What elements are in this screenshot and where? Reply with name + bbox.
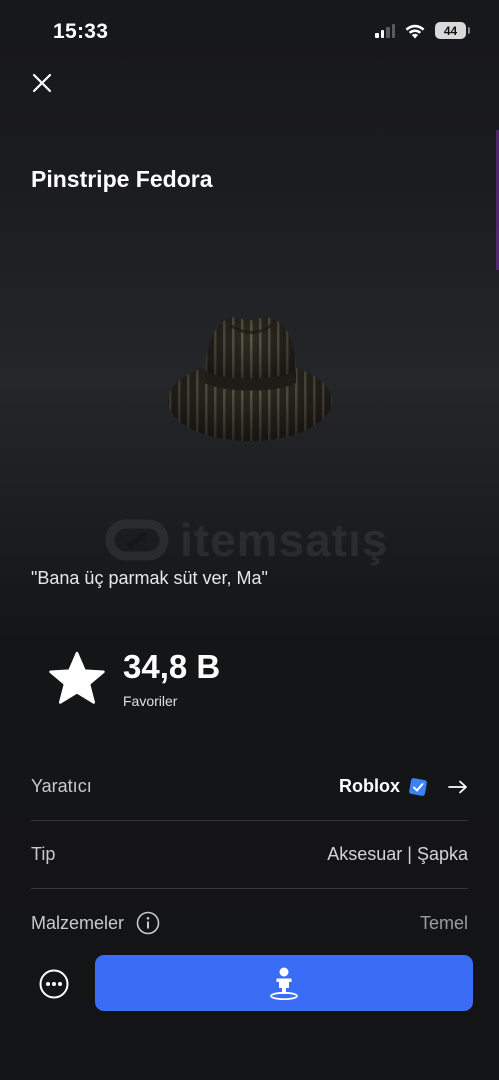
creator-row[interactable]: Yaratıcı Roblox (31, 753, 468, 821)
verified-badge-icon (409, 777, 427, 796)
materials-value: Temel (419, 912, 468, 933)
star-icon[interactable] (49, 651, 105, 705)
status-time: 15:33 (53, 20, 109, 43)
materials-label-group: Malzemeler (31, 911, 160, 935)
item-description: "Bana üç parmak süt ver, Ma" (31, 568, 268, 588)
creator-name[interactable]: Roblox (339, 776, 400, 797)
arrow-right-icon[interactable] (448, 780, 468, 794)
more-options-icon[interactable] (38, 968, 70, 1000)
status-icons: 44 (375, 22, 470, 39)
watermark-logo-icon (105, 519, 169, 561)
creator-value-group[interactable]: Roblox (339, 776, 468, 797)
watermark: itemsatış (104, 512, 404, 568)
favorites-label: Favoriler (123, 693, 178, 709)
avatar-try-on-icon (270, 967, 298, 1000)
close-icon[interactable] (29, 70, 55, 96)
cellular-signal-icon (375, 23, 395, 38)
type-row: Tip Aksesuar | Şapka (31, 821, 468, 889)
materials-label: Malzemeler (31, 912, 125, 933)
type-value: Aksesuar | Şapka (327, 844, 468, 864)
info-icon[interactable] (136, 911, 160, 935)
type-label: Tip (31, 844, 56, 864)
watermark-text: itemsatış (180, 514, 389, 566)
favorites-count: 34,8 B (123, 648, 221, 685)
item-title: Pinstripe Fedora (31, 166, 213, 192)
wifi-icon (405, 24, 425, 38)
item-detail-screen: 15:33 44 Pinstripe Fedora itemsatış "Ban… (0, 0, 499, 1080)
item-thumbnail (168, 317, 332, 441)
battery-indicator: 44 (435, 22, 470, 39)
try-on-button[interactable] (95, 955, 473, 1011)
creator-label: Yaratıcı (31, 776, 92, 796)
